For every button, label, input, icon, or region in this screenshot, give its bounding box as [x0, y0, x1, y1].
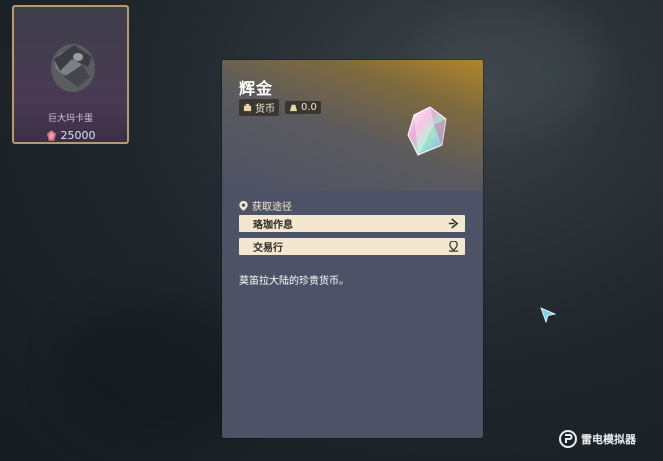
source-button-0[interactable]: 珞珈作息 [239, 215, 465, 232]
coin-icon [46, 130, 56, 141]
category-badge: 货币 [239, 99, 279, 116]
source-label-0: 珞珈作息 [253, 220, 293, 231]
item-price: 25000 [14, 129, 127, 142]
item-description: 莫笛拉大陆的珍贵货币。 [239, 276, 349, 287]
arrow-go-icon [448, 218, 459, 229]
source-label-1: 交易行 [253, 243, 283, 254]
category-label: 货币 [255, 104, 275, 115]
location-icon [239, 200, 248, 211]
emulator-watermark: 雷电模拟器 [559, 430, 636, 448]
item-price-value: 25000 [60, 129, 96, 142]
weight-value: 0.0 [301, 102, 317, 113]
egg-item-icon [51, 44, 95, 92]
source-button-1[interactable]: 交易行 [239, 238, 465, 255]
item-card-egg[interactable]: 巨大玛卡蛋 25000 [12, 5, 129, 144]
item-title: 辉金 [239, 79, 274, 98]
map-pin-icon [448, 241, 459, 252]
emulator-logo-icon [559, 430, 577, 448]
item-name: 巨大玛卡蛋 [47, 114, 93, 124]
source-heading-label: 获取途径 [252, 202, 292, 213]
weight-badge: 0.0 [285, 101, 321, 114]
item-detail-panel: 辉金 货币 0.0 获取途径 珞珈作息 交易行 莫笛拉大陆的珍贵货币。 [222, 60, 483, 438]
cursor-icon [540, 307, 556, 323]
source-heading: 获取途径 [239, 198, 292, 213]
item-meta: 货币 0.0 [239, 99, 321, 116]
category-icon [243, 103, 252, 112]
watermark-label: 雷电模拟器 [581, 433, 636, 446]
crystal-icon [407, 106, 447, 156]
weight-icon [289, 104, 298, 112]
